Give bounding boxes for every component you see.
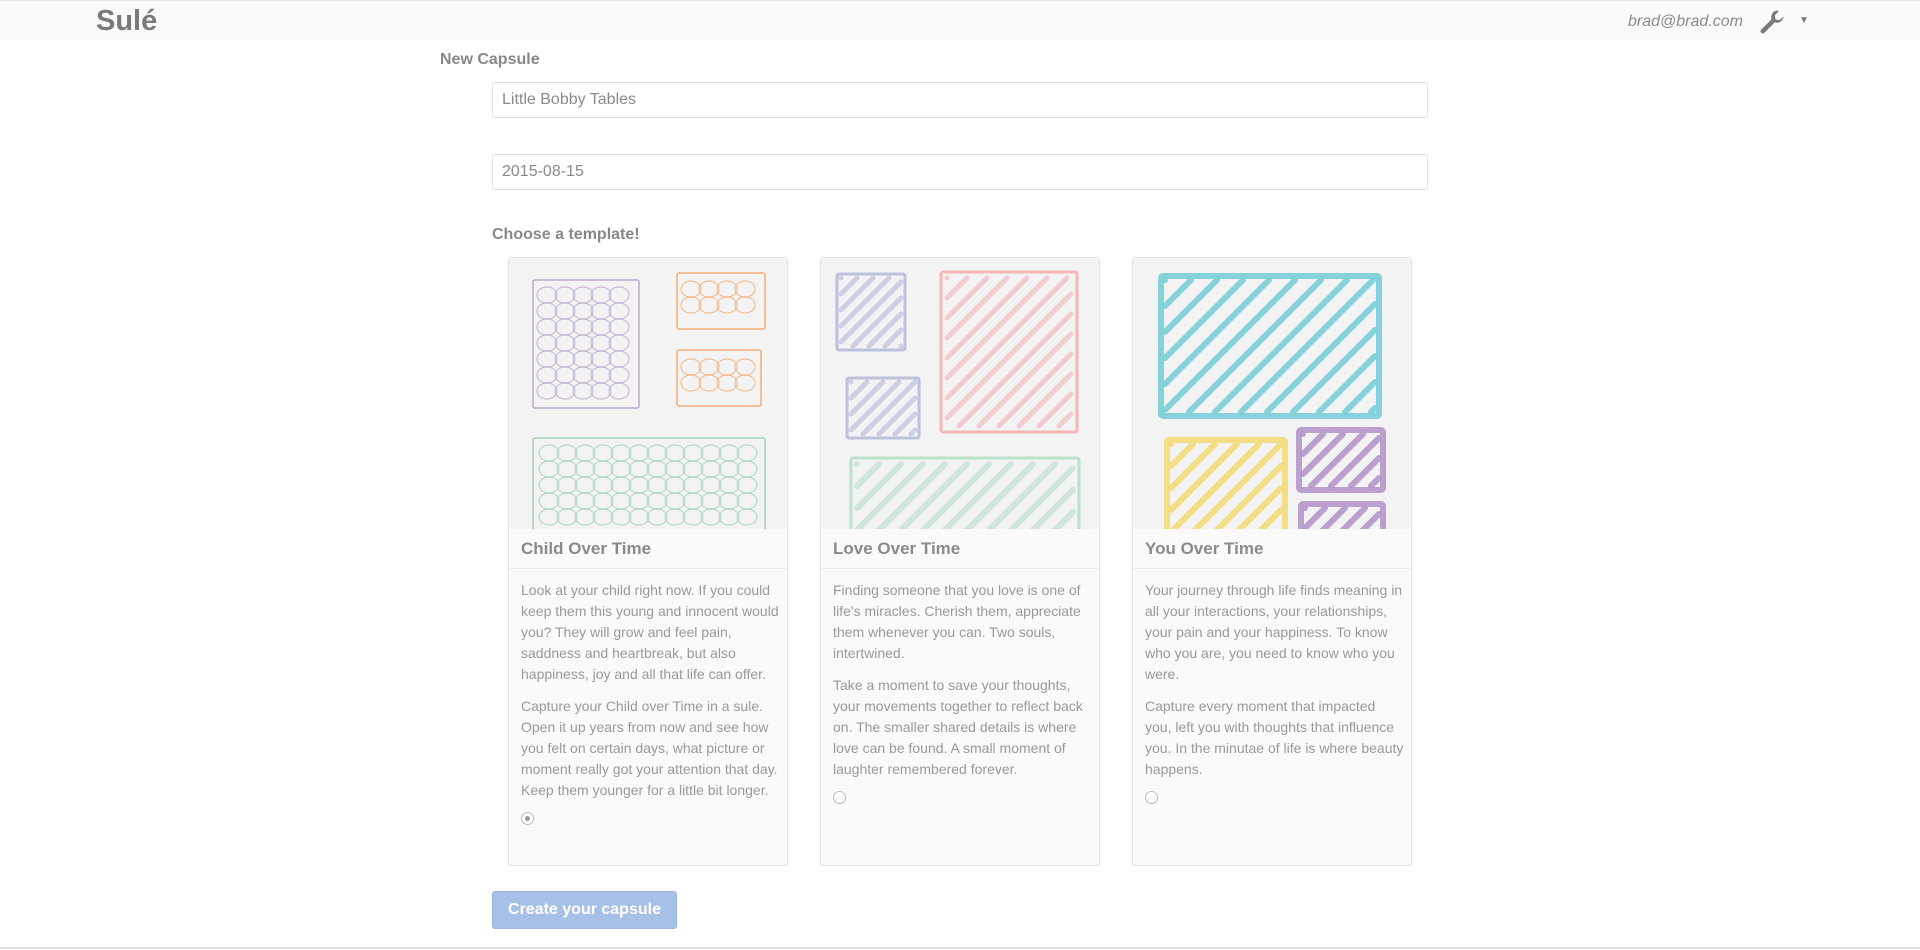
template-paragraph: Look at your child right now. If you cou… (521, 582, 779, 682)
top-navbar: Sulé brad@brad.com ▼ (0, 0, 1920, 40)
template-card-child[interactable]: Child Over Time Look at your child right… (508, 257, 788, 866)
user-email[interactable]: brad@brad.com (1628, 13, 1743, 31)
template-prompt: Choose a template! (492, 226, 640, 243)
capsule-date-input[interactable] (492, 154, 1428, 190)
capsule-name-input[interactable] (492, 82, 1428, 118)
template-paragraph: Your journey through life finds meaning … (1145, 582, 1403, 682)
card-divider (821, 568, 1099, 569)
card-divider (1133, 568, 1411, 569)
template-thumbnail-child (509, 258, 787, 529)
template-paragraph: Take a moment to save your thoughts, you… (833, 677, 1083, 777)
template-radio[interactable] (833, 791, 846, 804)
caret-down-icon[interactable]: ▼ (1799, 15, 1809, 26)
template-title: Child Over Time (521, 539, 652, 558)
brand-logo[interactable]: Sulé (96, 5, 157, 38)
template-radio[interactable] (521, 812, 534, 825)
create-capsule-button[interactable]: Create your capsule (492, 891, 677, 929)
page-title: New Capsule (440, 51, 540, 68)
template-title: Love Over Time (833, 539, 961, 558)
template-paragraph: Capture your Child over Time in a sule. … (521, 698, 778, 798)
template-description: Look at your child right now. If you cou… (521, 580, 781, 825)
template-card-you[interactable]: You Over Time Your journey through life … (1132, 257, 1412, 866)
template-title: You Over Time (1145, 539, 1264, 558)
template-card-love[interactable]: Love Over Time Finding someone that you … (820, 257, 1100, 866)
template-radio[interactable] (1145, 791, 1158, 804)
wrench-icon[interactable] (1758, 8, 1786, 36)
template-paragraph: Capture every moment that impacted you, … (1145, 698, 1404, 777)
template-thumbnail-you (1133, 258, 1411, 529)
template-thumbnail-love (821, 258, 1099, 529)
template-description: Finding someone that you love is one of … (833, 580, 1093, 804)
template-description: Your journey through life finds meaning … (1145, 580, 1405, 804)
page-bottom-border (0, 947, 1920, 949)
card-divider (509, 568, 787, 569)
template-paragraph: Finding someone that you love is one of … (833, 582, 1081, 661)
